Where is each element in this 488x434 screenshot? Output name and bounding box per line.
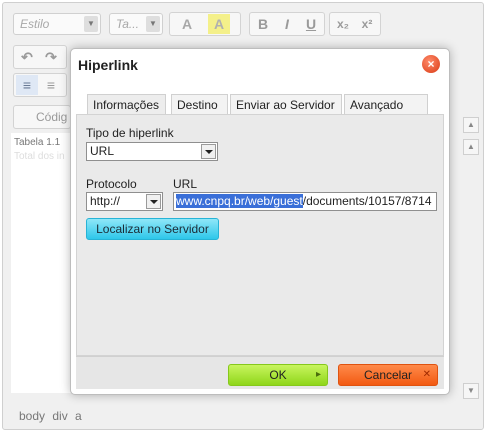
text-color-icon[interactable]: A — [176, 14, 198, 34]
browse-server-button[interactable]: Localizar no Servidor — [86, 218, 219, 240]
element-path: body div a — [19, 409, 82, 423]
url-input[interactable]: www.cnpq.br/web/guest/documents/10157/87… — [173, 192, 437, 211]
color-group: A A — [169, 12, 241, 36]
editor-content-area[interactable] — [11, 133, 71, 393]
link-type-label: Tipo de hiperlink — [86, 126, 174, 140]
tab-informacoes[interactable]: Informações — [87, 94, 166, 114]
align-left-icon[interactable]: ≡ — [16, 75, 38, 95]
table-caption: Tabela 1.1 — [14, 137, 61, 148]
url-label: URL — [173, 177, 198, 191]
arrow-right-icon: ▸ — [315, 369, 321, 380]
tab-enviar-ao-servidor[interactable]: Enviar ao Servidor — [230, 94, 342, 114]
align-center-icon[interactable]: ≡ — [40, 75, 62, 95]
scroll-down-arrow-icon[interactable]: ▼ — [463, 383, 479, 399]
hyperlink-dialog: Hiperlink × Informações Destino Enviar a… — [70, 48, 450, 395]
chevron-down-icon — [146, 194, 161, 209]
format-group: B I U — [249, 12, 325, 36]
undo-icon[interactable]: ↶ — [16, 47, 38, 67]
scroll-up-arrow-icon[interactable]: ▲ — [463, 139, 479, 155]
ok-label: OK — [269, 368, 287, 382]
superscript-icon[interactable]: x² — [356, 14, 378, 34]
bold-icon[interactable]: B — [252, 14, 274, 34]
chevron-down-icon — [201, 144, 216, 159]
protocol-label: Protocolo — [86, 177, 137, 191]
chevron-down-icon: ▼ — [84, 16, 98, 32]
style-combo[interactable]: Estilo ▼ — [13, 13, 101, 35]
ok-button[interactable]: OK ▸ — [228, 364, 328, 386]
redo-icon[interactable]: ↷ — [40, 47, 62, 67]
history-group: ↶ ↷ — [13, 45, 67, 69]
size-combo-value: Ta... — [116, 17, 139, 31]
script-group: x₂ x² — [329, 12, 381, 36]
source-button[interactable]: Códig — [13, 105, 71, 129]
tab-destino[interactable]: Destino — [171, 94, 228, 114]
protocol-select[interactable]: http:// — [86, 192, 163, 211]
url-remaining-text: /documents/10157/8714 — [302, 194, 432, 208]
dialog-footer: OK ▸ Cancelar ✕ — [76, 356, 444, 389]
background-color-icon[interactable]: A — [208, 14, 230, 34]
size-combo[interactable]: Ta... ▼ — [109, 13, 163, 35]
tab-panel-informacoes: Tipo de hiperlink URL Protocolo http:// … — [76, 114, 444, 356]
style-combo-value: Estilo — [20, 17, 50, 31]
dialog-title: Hiperlink — [78, 57, 138, 73]
link-type-value: URL — [90, 144, 115, 158]
subscript-icon[interactable]: x₂ — [332, 14, 354, 34]
source-label: Códig — [36, 110, 68, 124]
url-selected-text: www.cnpq.br/web/guest — [176, 194, 303, 208]
italic-icon[interactable]: I — [276, 14, 298, 34]
close-icon: ✕ — [422, 369, 431, 380]
tab-avancado[interactable]: Avançado — [344, 94, 428, 114]
protocol-value: http:// — [90, 194, 121, 208]
link-type-select[interactable]: URL — [86, 142, 218, 161]
chevron-down-icon: ▼ — [146, 16, 160, 32]
close-icon[interactable]: × — [422, 55, 440, 73]
cancel-label: Cancelar — [363, 368, 413, 382]
underline-icon[interactable]: U — [300, 14, 322, 34]
scroll-up-arrow-icon[interactable]: ▲ — [463, 117, 479, 133]
table-cell: Total dos in — [14, 151, 65, 162]
align-group: ≡ ≡ — [13, 73, 67, 97]
cancel-button[interactable]: Cancelar ✕ — [338, 364, 438, 386]
